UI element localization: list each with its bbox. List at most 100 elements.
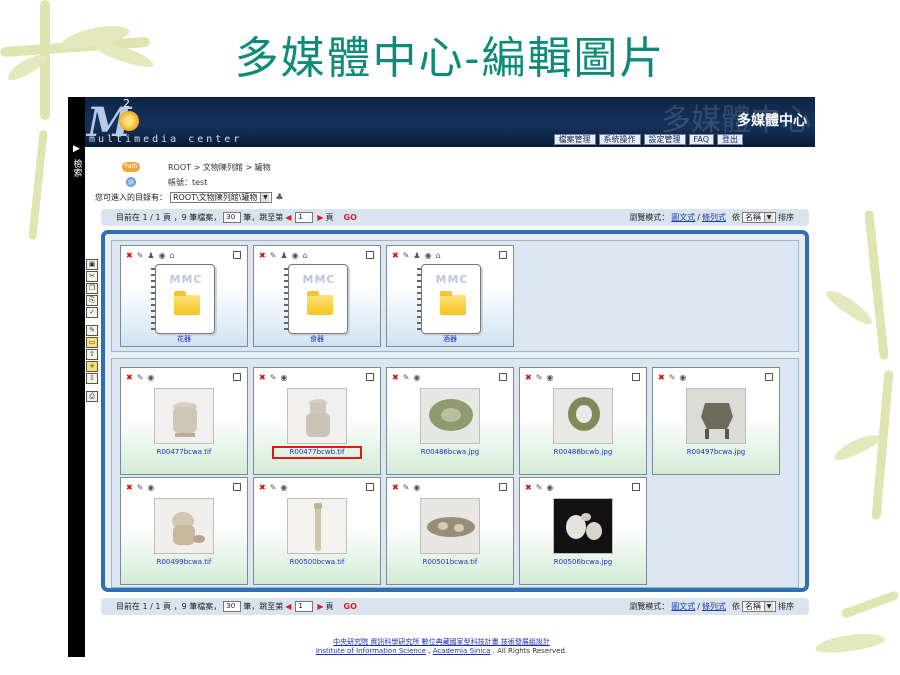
per-page-input[interactable]: 30 — [223, 601, 242, 612]
edit-icon[interactable]: ✎ — [137, 251, 144, 260]
thumbnail-image[interactable] — [287, 498, 347, 554]
delete-icon[interactable]: ✖ — [259, 483, 266, 492]
file-name[interactable]: R00486bcwa.jpg — [387, 448, 513, 456]
select-checkbox[interactable] — [233, 251, 241, 259]
delete-icon[interactable]: ✖ — [392, 483, 399, 492]
nav-file-manage[interactable]: 檔案管理 — [553, 134, 596, 145]
sort-select[interactable]: 名稱 ▼ — [742, 212, 776, 223]
view-icon[interactable]: ◉ — [280, 373, 287, 382]
thumbnail-image[interactable] — [553, 388, 613, 444]
select-checkbox[interactable] — [632, 483, 640, 491]
file-card[interactable]: ✖ ✎ ◉ R00501bcwa.tif — [386, 477, 514, 585]
view-icon[interactable]: ◉ — [413, 373, 420, 382]
page-input[interactable]: 1 — [295, 212, 314, 223]
thumbnail-image[interactable] — [287, 388, 347, 444]
view-mode-image[interactable]: 圖文式 — [671, 212, 695, 223]
sort-select[interactable]: 名稱 ▼ — [742, 601, 776, 612]
select-checkbox[interactable] — [765, 373, 773, 381]
folder-name[interactable]: 花器 — [121, 334, 247, 344]
left-strip[interactable]: ▶ 檢索 — [68, 97, 85, 657]
page-input[interactable]: 1 — [295, 601, 314, 612]
footer-link-iis[interactable]: Institute of Information Science — [316, 647, 426, 655]
folder-card[interactable]: ✖ ✎ ♟ ◉ ⌂ MMC 花器 — [120, 245, 248, 347]
folder-card[interactable]: ✖ ✎ ♟ ◉ ⌂ MMC 酒器 — [386, 245, 514, 347]
go-button[interactable]: GO — [344, 602, 357, 611]
delete-icon[interactable]: ✖ — [392, 373, 399, 382]
paste-icon[interactable]: ⎘ — [86, 295, 98, 306]
view-icon[interactable]: ◉ — [147, 373, 154, 382]
tree-icon[interactable]: ♣ — [275, 193, 283, 203]
file-name[interactable]: R00477bcwa.tif — [121, 448, 247, 456]
add-folder-icon[interactable]: + — [86, 361, 98, 372]
view-icon[interactable]: ◉ — [292, 251, 299, 260]
next-page-icon[interactable]: ▶ — [317, 602, 323, 611]
delete-icon[interactable]: ✖ — [126, 251, 133, 260]
folder-icon[interactable]: MMC — [155, 264, 215, 334]
prev-page-icon[interactable]: ◀ — [285, 213, 291, 222]
image-icon[interactable]: ▣ — [86, 259, 98, 270]
target-dir-select[interactable]: ROOT\文物陳列館\罐物 ▼ — [170, 192, 273, 203]
edit-icon[interactable]: ✎ — [536, 483, 543, 492]
folder-card[interactable]: ✖ ✎ ♟ ◉ ⌂ MMC 食器 — [253, 245, 381, 347]
thumbnail-image[interactable] — [420, 388, 480, 444]
view-icon[interactable]: ◉ — [280, 483, 287, 492]
user-icon[interactable]: ♟ — [413, 251, 420, 260]
edit-icon[interactable]: ✎ — [270, 251, 277, 260]
select-checkbox[interactable] — [499, 373, 507, 381]
view-mode-image[interactable]: 圖文式 — [671, 601, 695, 612]
delete-icon[interactable]: ✖ — [658, 373, 665, 382]
nav-system-ops[interactable]: 系統操作 — [598, 134, 641, 145]
file-card[interactable]: ✖ ✎ ◉ R00486bcwb.jpg — [519, 367, 647, 475]
footer-line1[interactable]: 中央研究院 資訊科學研究所 數位典藏國家型科技計畫 技術發展組設計 — [333, 638, 550, 646]
view-icon[interactable]: ◉ — [546, 483, 553, 492]
delete-icon[interactable]: ✖ — [525, 483, 532, 492]
upload-icon[interactable]: ⇧ — [86, 349, 98, 360]
delete-icon[interactable]: ✖ — [126, 483, 133, 492]
delete-icon[interactable]: ✖ — [259, 373, 266, 382]
nav-faq[interactable]: FAQ — [688, 134, 714, 145]
file-name[interactable]: R00506bcwa.jpg — [520, 558, 646, 566]
edit-icon[interactable]: ✎ — [137, 373, 144, 382]
file-card[interactable]: ✖ ✎ ◉ R00497bcwa.jpg — [652, 367, 780, 475]
edit-icon[interactable]: ✎ — [536, 373, 543, 382]
select-checkbox[interactable] — [233, 483, 241, 491]
select-checkbox[interactable] — [233, 373, 241, 381]
view-icon[interactable]: ◉ — [413, 483, 420, 492]
edit-icon[interactable]: ✎ — [270, 373, 277, 382]
view-icon[interactable]: ◉ — [425, 251, 432, 260]
edit-icon[interactable]: ✎ — [403, 373, 410, 382]
lock-icon[interactable]: ⌂ — [170, 251, 175, 260]
folder-icon[interactable]: MMC — [288, 264, 348, 334]
file-name[interactable]: R00501bcwa.tif — [387, 558, 513, 566]
thumbnail-image[interactable] — [154, 498, 214, 554]
view-icon[interactable]: ◉ — [679, 373, 686, 382]
thumbnail-image[interactable] — [420, 498, 480, 554]
prev-page-icon[interactable]: ◀ — [285, 602, 291, 611]
folder-name[interactable]: 食器 — [254, 334, 380, 344]
select-checkbox[interactable] — [366, 483, 374, 491]
file-name[interactable]: R00497bcwa.jpg — [653, 448, 779, 456]
edit-icon[interactable]: ✎ — [403, 483, 410, 492]
file-card[interactable]: ✖ ✎ ◉ R00499bcwa.tif — [120, 477, 248, 585]
file-name[interactable]: R00499bcwa.tif — [121, 558, 247, 566]
file-card[interactable]: ✖ ✎ ◉ R00486bcwa.jpg — [386, 367, 514, 475]
nav-settings[interactable]: 設定管理 — [643, 134, 686, 145]
select-checkbox[interactable] — [632, 373, 640, 381]
delete-icon[interactable]: ✖ — [126, 373, 133, 382]
select-checkbox[interactable] — [499, 251, 507, 259]
edit-icon[interactable]: ✎ — [86, 325, 98, 336]
view-icon[interactable]: ◉ — [159, 251, 166, 260]
user-icon[interactable]: ♟ — [280, 251, 287, 260]
check-icon[interactable]: ✓ — [86, 307, 98, 318]
delete-icon[interactable]: ✖ — [525, 373, 532, 382]
folder-icon[interactable]: MMC — [421, 264, 481, 334]
thumbnail-image[interactable] — [553, 498, 613, 554]
file-name[interactable]: R00500bcwa.tif — [254, 558, 380, 566]
thumbnail-image[interactable] — [686, 388, 746, 444]
select-checkbox[interactable] — [499, 483, 507, 491]
file-card[interactable]: ✖ ✎ ◉ R00477bcwa.tif — [120, 367, 248, 475]
lock-icon[interactable]: ⌂ — [303, 251, 308, 260]
edit-icon[interactable]: ✎ — [137, 483, 144, 492]
edit-icon[interactable]: ✎ — [403, 251, 410, 260]
view-icon[interactable]: ◉ — [546, 373, 553, 382]
